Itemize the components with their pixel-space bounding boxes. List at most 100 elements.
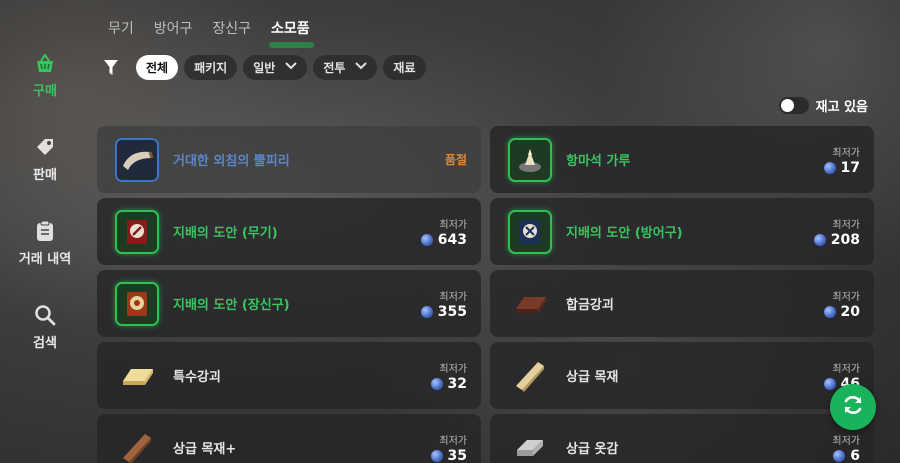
price-label: 최저가 (439, 363, 467, 375)
cloth-icon (508, 426, 552, 463)
price-value: 208 (813, 232, 860, 248)
item-name: 합금강괴 (566, 298, 614, 313)
filter-icon[interactable] (100, 57, 122, 79)
coin-icon (823, 305, 836, 318)
price-amount: 6 (850, 447, 860, 463)
chip-label: 재료 (393, 61, 416, 75)
sidebar-item-search[interactable]: 검색 (0, 302, 90, 386)
chip-label: 전체 (146, 61, 169, 75)
price-value: 6 (832, 448, 860, 463)
price-box: 최저가 35 (430, 432, 467, 463)
coin-icon (420, 233, 433, 246)
price-box: 최저가 208 (813, 216, 860, 248)
coin-icon (430, 377, 443, 390)
chevron-down-icon (285, 62, 298, 73)
item-card[interactable]: 상급 목재+ 최저가 35 (97, 414, 481, 463)
item-card[interactable]: 상급 목재 최저가 46 (490, 342, 874, 409)
price-amount: 17 (840, 159, 860, 176)
coin-icon (823, 161, 836, 174)
price-amount: 35 (447, 447, 467, 463)
item-card[interactable]: 상급 옷감 최저가 6 (490, 414, 874, 463)
price-label: 최저가 (439, 435, 467, 447)
chip-label: 전투 (323, 61, 346, 75)
sidebar-item-history[interactable]: 거래 내역 (0, 218, 90, 302)
filter-chip-package[interactable]: 패키지 (184, 55, 238, 80)
toggle-switch[interactable] (778, 97, 809, 114)
item-name: 상급 목재+ (173, 442, 237, 457)
item-card[interactable]: 지배의 도안 (방어구) 최저가 208 (490, 198, 874, 265)
sidebar-item-label: 구매 (33, 84, 57, 99)
tab-armor[interactable]: 방어구 (146, 16, 205, 44)
category-tabs: 무기 방어구 장신구 소모품 (100, 16, 322, 48)
sold-out-badge: 품절 (444, 153, 467, 167)
item-name: 거대한 외침의 뿔피리 (173, 154, 290, 169)
item-grid: 거대한 외침의 뿔피리 품절 항마석 가루 최저가 17 지배의 도안 (무기)… (97, 126, 874, 463)
refresh-button[interactable] (830, 384, 876, 430)
item-card[interactable]: 합금강괴 최저가 20 (490, 270, 874, 337)
item-card[interactable]: 지배의 도안 (무기) 최저가 643 (97, 198, 481, 265)
horn-icon (115, 137, 159, 182)
shopping-basket-icon (32, 50, 58, 76)
toggle-knob (780, 99, 794, 112)
scroll-icon (115, 209, 159, 254)
coin-icon (430, 449, 443, 462)
filter-dropdown-general[interactable]: 일반 (243, 55, 308, 80)
sidebar-item-sell[interactable]: 판매 (0, 134, 90, 218)
item-name: 지배의 도안 (장신구) (173, 298, 290, 313)
item-card[interactable]: 특수강괴 최저가 32 (97, 342, 481, 409)
filter-bar: 전체 패키지 일반 전투 재료 (100, 55, 426, 80)
chevron-down-icon (355, 62, 368, 73)
refresh-icon (841, 393, 865, 421)
item-name: 지배의 도안 (무기) (173, 226, 278, 241)
item-name: 지배의 도안 (방어구) (566, 226, 683, 241)
price-value: 355 (420, 304, 467, 320)
filter-dropdown-combat[interactable]: 전투 (313, 55, 378, 80)
price-value: 20 (823, 303, 860, 320)
item-card[interactable]: 항마석 가루 최저가 17 (490, 126, 874, 193)
sidebar: 구매 판매 거래 내역 검색 (0, 50, 90, 386)
price-label: 최저가 (832, 363, 860, 375)
coin-icon (823, 377, 836, 390)
ingot-icon (508, 282, 552, 326)
scroll-icon (508, 209, 552, 254)
sidebar-item-label: 거래 내역 (18, 252, 72, 267)
item-card[interactable]: 지배의 도안 (장신구) 최저가 355 (97, 270, 481, 337)
item-name: 항마석 가루 (566, 154, 631, 169)
price-label: 최저가 (439, 291, 467, 303)
price-value: 17 (823, 159, 860, 176)
price-box: 최저가 643 (420, 216, 467, 248)
tab-weapon[interactable]: 무기 (100, 16, 146, 44)
clipboard-icon (32, 218, 58, 244)
price-amount: 643 (437, 231, 467, 248)
price-box: 최저가 17 (823, 144, 860, 176)
filter-chip-all[interactable]: 전체 (136, 55, 179, 80)
coin-icon (420, 305, 433, 318)
coin-icon (833, 449, 846, 462)
tab-accessory[interactable]: 장신구 (204, 16, 263, 44)
in-stock-toggle[interactable]: 재고 있음 (778, 96, 868, 115)
price-value: 643 (420, 231, 467, 248)
price-amount: 32 (447, 375, 467, 392)
gold-ingot-icon (115, 354, 159, 398)
sidebar-item-label: 검색 (33, 336, 57, 351)
tab-consumable[interactable]: 소모품 (263, 16, 322, 48)
price-amount: 20 (840, 303, 860, 320)
price-label: 최저가 (832, 147, 860, 159)
coin-icon (813, 233, 826, 246)
price-value: 35 (430, 447, 467, 463)
price-label: 최저가 (832, 291, 860, 303)
item-card[interactable]: 거대한 외침의 뿔피리 품절 (97, 126, 481, 193)
price-label: 최저가 (832, 219, 860, 231)
toggle-label: 재고 있음 (815, 100, 868, 115)
price-value: 32 (430, 375, 467, 392)
item-name: 상급 옷감 (566, 442, 619, 457)
sidebar-item-buy[interactable]: 구매 (0, 50, 90, 134)
sidebar-item-label: 판매 (33, 168, 57, 183)
search-icon (32, 302, 58, 328)
filter-chip-material[interactable]: 재료 (383, 55, 426, 80)
item-name: 상급 목재 (566, 370, 619, 385)
price-box: 최저가 6 (832, 432, 860, 463)
price-box: 최저가 32 (430, 360, 467, 392)
scroll-icon (115, 281, 159, 326)
wood-plank-icon (115, 426, 159, 463)
